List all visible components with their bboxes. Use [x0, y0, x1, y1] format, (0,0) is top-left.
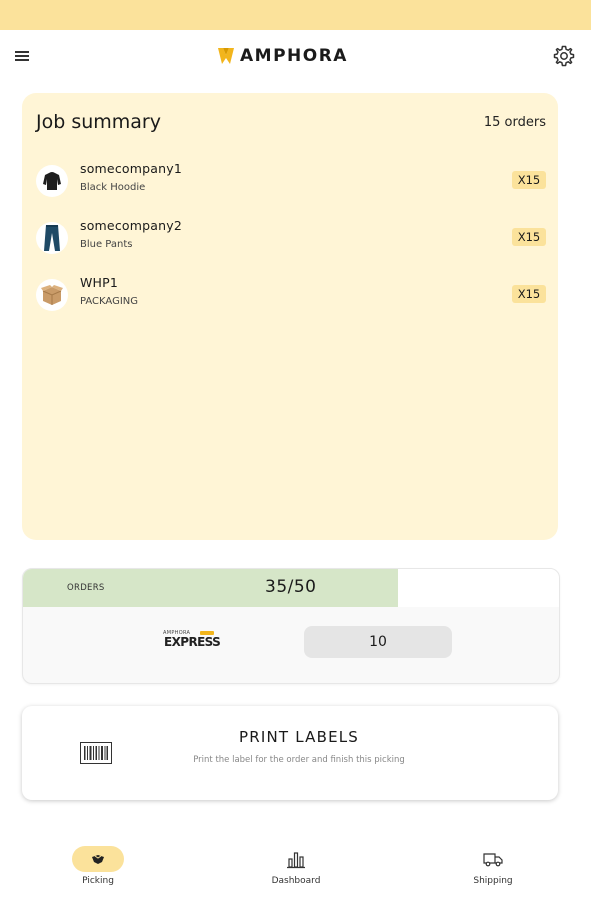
bar-chart-icon — [285, 849, 307, 869]
quantity-badge: X15 — [512, 228, 546, 246]
pants-icon — [36, 222, 68, 254]
nav-item-picking[interactable]: Picking — [48, 846, 148, 896]
quantity-badge: X15 — [512, 171, 546, 189]
carrier-logo-name: EXPRESS — [164, 635, 221, 649]
job-summary-card: Job summary 15 orders somecompany1 Black… — [22, 93, 558, 540]
item-company: somecompany1 — [80, 161, 182, 176]
amphora-logo-icon — [218, 48, 234, 64]
orders-card: ORDERS 35/50 AMPHORA EXPRESS 10 — [22, 568, 560, 684]
brand-logo: AMPHORA — [216, 43, 348, 69]
box-icon — [36, 279, 68, 311]
status-bar — [0, 0, 591, 30]
item-product: Blue Pants — [80, 239, 133, 250]
print-labels-button[interactable]: PRINT LABELS Print the label for the ord… — [22, 706, 558, 800]
carrier-quantity[interactable]: 10 — [304, 626, 452, 658]
orders-progress-track: ORDERS 35/50 — [23, 569, 559, 607]
print-labels-subtitle: Print the label for the order and finish… — [193, 755, 405, 765]
picking-icon — [87, 849, 109, 869]
nav-label: Shipping — [473, 876, 513, 886]
item-company: somecompany2 — [80, 218, 182, 233]
orders-label: ORDERS — [67, 583, 105, 593]
item-product: PACKAGING — [80, 296, 139, 307]
nav-label: Dashboard — [271, 876, 321, 886]
quantity-badge: X15 — [512, 285, 546, 303]
job-summary-order-count: 15 orders — [483, 115, 546, 130]
list-item[interactable]: WHP1 PACKAGING X15 — [34, 273, 546, 317]
truck-icon — [482, 849, 504, 869]
orders-progress-value: 35/50 — [265, 577, 317, 597]
hamburger-menu-icon[interactable] — [12, 46, 34, 66]
item-product: Black Hoodie — [80, 182, 146, 193]
nav-label: Picking — [82, 876, 114, 886]
app-bar: AMPHORA — [0, 30, 591, 82]
nav-item-dashboard[interactable]: Dashboard — [246, 846, 346, 896]
list-item[interactable]: somecompany1 Black Hoodie X15 — [34, 159, 546, 203]
hoodie-icon — [36, 165, 68, 197]
item-company: WHP1 — [80, 275, 119, 290]
brand-name: AMPHORA — [240, 46, 348, 66]
job-summary-title: Job summary — [36, 111, 161, 133]
nav-item-shipping[interactable]: Shipping — [443, 846, 543, 896]
carrier-logo: AMPHORA EXPRESS — [163, 630, 223, 652]
print-labels-title: PRINT LABELS — [238, 728, 360, 746]
list-item[interactable]: somecompany2 Blue Pants X15 — [34, 216, 546, 260]
bottom-navigation: Picking Dashboard Shipping — [0, 836, 591, 900]
gear-icon[interactable] — [552, 44, 576, 68]
